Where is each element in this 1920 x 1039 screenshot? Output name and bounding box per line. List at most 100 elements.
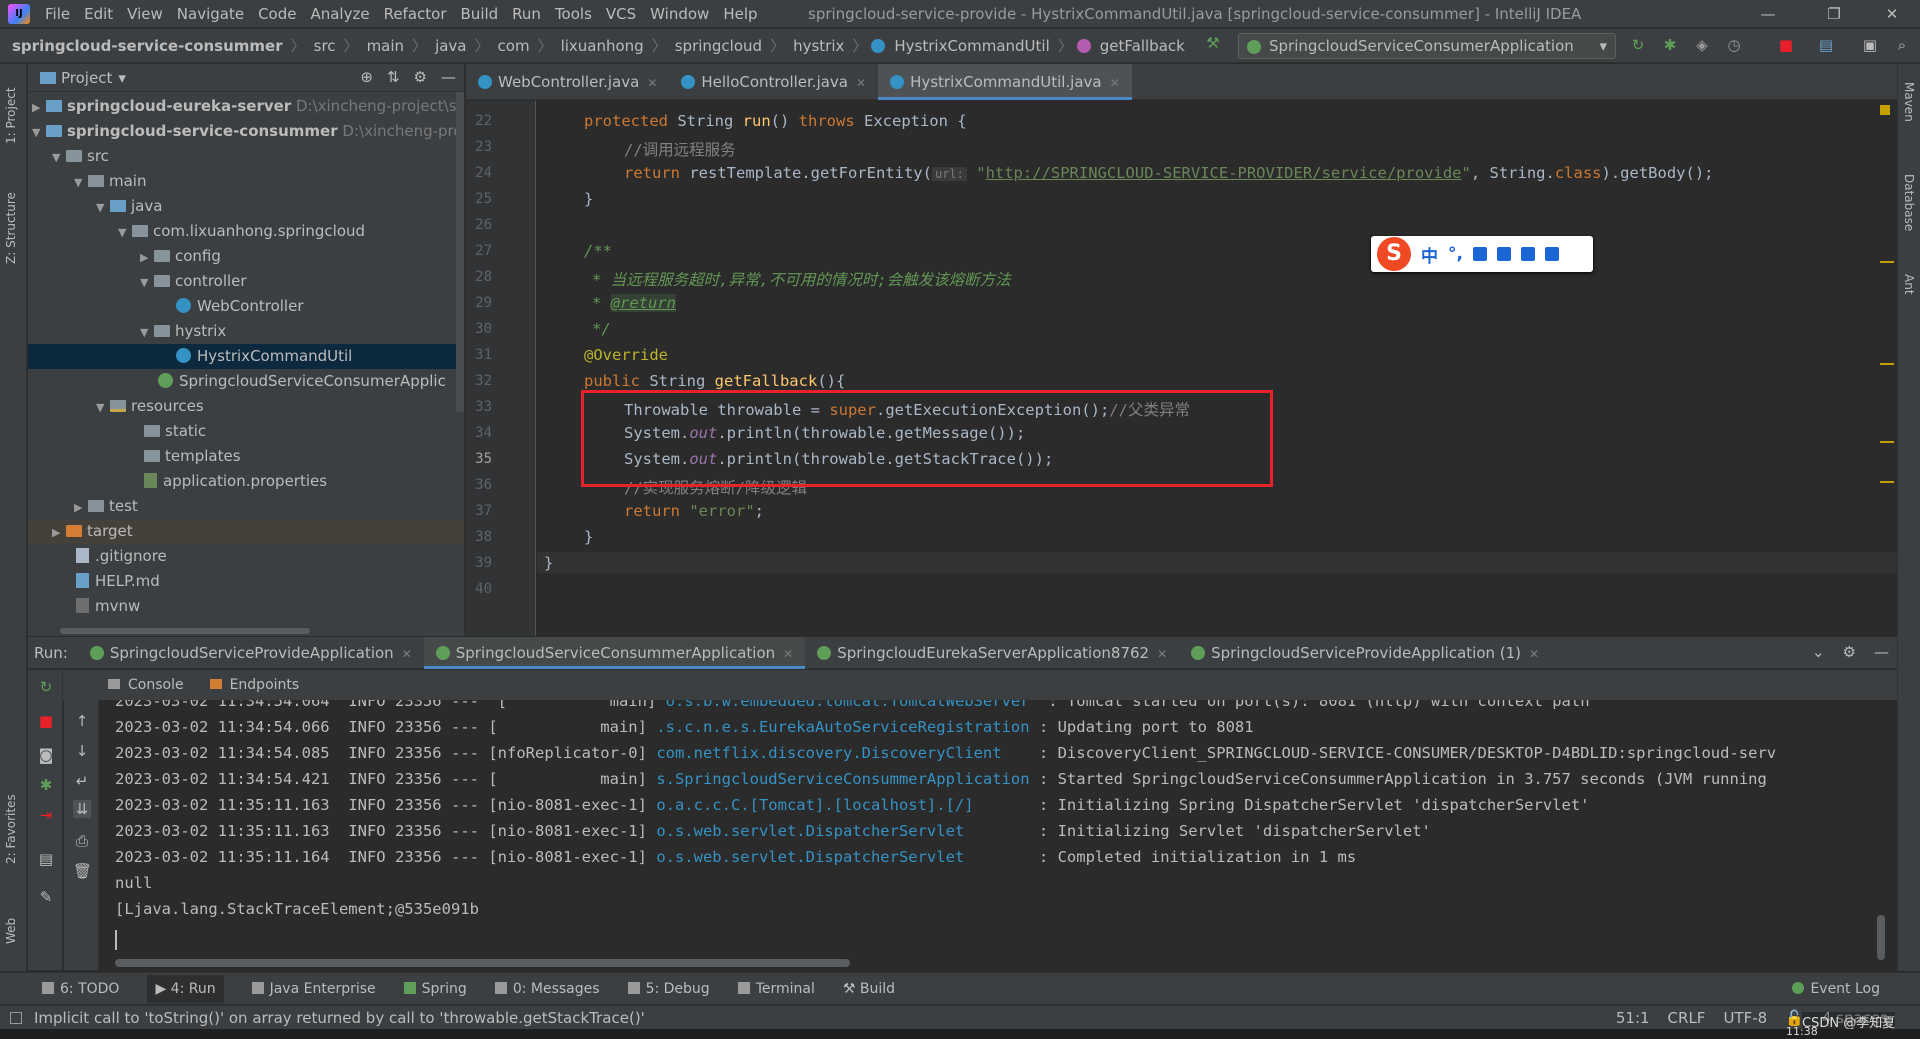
collapse-arrow-icon[interactable]: ▼ — [118, 220, 132, 245]
subtab-endpoints[interactable]: Endpoints — [209, 677, 299, 693]
tab-webcontroller[interactable]: WebController.java ✕ — [466, 64, 669, 100]
rerun-icon[interactable]: ↻ — [1628, 35, 1648, 55]
breadcrumb-hystrix[interactable]: hystrix — [789, 37, 848, 55]
tree-item[interactable]: ▶ target — [28, 519, 464, 544]
tool-terminal[interactable]: Terminal — [737, 981, 815, 997]
hide-icon[interactable]: — — [441, 68, 456, 86]
close-icon[interactable]: ✕ — [402, 647, 412, 661]
pin-icon[interactable]: ✎ — [37, 888, 55, 906]
tree-item[interactable]: templates — [28, 444, 464, 469]
tree-item[interactable]: ▼ hystrix — [28, 319, 464, 345]
menu-code[interactable]: Code — [251, 0, 303, 28]
line-separator[interactable]: CRLF — [1668, 1006, 1706, 1030]
tree-item[interactable]: ▼ com.lixuanhong.springcloud — [28, 219, 464, 245]
trash-icon[interactable]: 🗑 — [73, 862, 92, 880]
tool-tab-project[interactable]: 1: Project — [4, 87, 18, 144]
tree-item[interactable]: ▶ config — [28, 244, 464, 269]
run-tab-consummer[interactable]: SpringcloudServiceConsummerApplication ✕ — [423, 636, 806, 669]
keyboard-icon[interactable] — [1496, 247, 1511, 261]
console-vertical-scrollbar[interactable] — [1877, 915, 1885, 960]
layout-icon[interactable]: ▤ — [37, 850, 55, 868]
chevron-down-icon[interactable]: ▾ — [118, 69, 126, 87]
tab-hellocontroller[interactable]: HelloController.java ✕ — [669, 64, 878, 100]
error-stripe-marker[interactable] — [1880, 481, 1894, 483]
tool-tab-maven[interactable]: Maven — [1902, 82, 1916, 122]
close-icon[interactable]: ✕ — [1529, 647, 1539, 661]
layout-icon[interactable]: ▣ — [1860, 35, 1880, 55]
menu-window[interactable]: Window — [643, 0, 716, 28]
file-encoding[interactable]: UTF-8 — [1723, 1006, 1767, 1030]
collapse-arrow-icon[interactable]: ▼ — [140, 320, 154, 345]
input-method-toolbar[interactable]: S 中 °, — [1371, 236, 1593, 272]
collapse-icon[interactable]: ⇅ — [387, 68, 400, 86]
tool-tab-web[interactable]: Web — [4, 918, 18, 944]
menu-view[interactable]: View — [120, 0, 170, 28]
breadcrumb-method[interactable]: getFallback — [1096, 37, 1189, 55]
exit-icon[interactable]: ⇥ — [37, 806, 55, 824]
hide-icon[interactable]: — — [1874, 643, 1889, 661]
profile-icon[interactable]: ◷ — [1724, 35, 1744, 55]
collapse-arrow-icon[interactable]: ▼ — [32, 120, 46, 145]
tool-messages[interactable]: 0: Messages — [494, 981, 600, 997]
gear-icon[interactable]: ⚙ — [1843, 643, 1856, 661]
error-stripe-marker[interactable] — [1880, 261, 1894, 263]
stop-icon[interactable]: ■ — [37, 712, 55, 730]
expand-icon[interactable]: ▶ — [74, 495, 88, 520]
tree-item[interactable]: HELP.md — [28, 569, 464, 594]
tool-todo[interactable]: 6: TODO — [42, 981, 119, 997]
breadcrumb-lixuanhong[interactable]: lixuanhong — [557, 37, 648, 55]
tool-run[interactable]: ▶ 4: Run — [147, 974, 224, 1003]
arrow-up-icon[interactable]: ↑ — [73, 712, 91, 730]
run-configuration-select[interactable]: SpringcloudServiceConsumerApplication ▾ — [1238, 33, 1616, 59]
debug-icon[interactable]: ✱ — [37, 776, 55, 794]
chevron-down-icon[interactable]: ⌄ — [1812, 643, 1825, 661]
tree-item[interactable]: WebController — [28, 294, 464, 319]
close-button[interactable]: ✕ — [1864, 0, 1920, 28]
project-horizontal-scrollbar[interactable] — [60, 628, 310, 634]
tool-spring[interactable]: Spring — [403, 981, 467, 997]
tool-java-enterprise[interactable]: Java Enterprise — [251, 981, 376, 997]
restore-button[interactable]: ❐ — [1806, 0, 1862, 28]
menu-run[interactable]: Run — [505, 0, 548, 28]
run-tab-eureka[interactable]: SpringcloudEurekaServerApplication8762 ✕ — [805, 637, 1179, 669]
menu-navigate[interactable]: Navigate — [170, 0, 251, 28]
close-icon[interactable]: ✕ — [856, 76, 866, 90]
tree-item[interactable]: ▼ java — [28, 194, 464, 220]
tool-tab-ant[interactable]: Ant — [1902, 274, 1916, 295]
tree-item[interactable]: mvnw — [28, 594, 464, 619]
collapse-arrow-icon[interactable]: ▼ — [52, 145, 66, 170]
tree-item[interactable]: ▶ test — [28, 494, 464, 520]
project-panel-title[interactable]: Project — [61, 69, 112, 87]
status-toggle-icon[interactable] — [10, 1012, 22, 1024]
print-icon[interactable]: ⎙ — [73, 832, 91, 850]
close-icon[interactable]: ✕ — [1157, 647, 1167, 661]
soft-wrap-icon[interactable]: ↵ — [73, 772, 91, 790]
scroll-to-end-icon[interactable]: ⇊ — [73, 800, 91, 818]
tool-build[interactable]: ⚒ Build — [843, 981, 895, 997]
breadcrumb-src[interactable]: src — [310, 37, 340, 55]
menu-help[interactable]: Help — [716, 0, 764, 28]
ime-language-toggle[interactable]: 中 — [1421, 242, 1438, 267]
breadcrumb-main[interactable]: main — [363, 37, 408, 55]
tree-item[interactable]: ▼ resources — [28, 394, 464, 419]
coverage-icon[interactable]: ◈ — [1692, 35, 1712, 55]
gear-icon[interactable]: ⚙ — [414, 68, 427, 86]
menu-file[interactable]: File — [38, 0, 77, 28]
project-structure-icon[interactable]: ▤ — [1816, 35, 1836, 55]
menu-edit[interactable]: Edit — [77, 0, 120, 28]
console-horizontal-scrollbar[interactable] — [115, 959, 850, 967]
menu-vcs[interactable]: VCS — [599, 0, 643, 28]
tree-item[interactable]: ▼ src — [28, 144, 464, 170]
tree-item[interactable]: static — [28, 419, 464, 444]
search-icon[interactable]: ⌕ — [1892, 35, 1912, 55]
punctuation-icon[interactable]: °, — [1448, 244, 1463, 264]
close-icon[interactable]: ✕ — [783, 647, 793, 661]
collapse-arrow-icon[interactable]: ▼ — [74, 170, 88, 195]
tree-item[interactable]: ▼ springcloud-service-consummer D:\xinche… — [28, 119, 464, 145]
menu-refactor[interactable]: Refactor — [377, 0, 454, 28]
menu-tools[interactable]: Tools — [548, 0, 599, 28]
code-editor[interactable]: 22 23 24 25 26 27 28 29 30 31 32 33 34 3… — [466, 101, 1897, 636]
stop-icon[interactable]: ■ — [1776, 35, 1796, 55]
collapse-arrow-icon[interactable]: ▼ — [96, 195, 110, 220]
collapse-arrow-icon[interactable]: ▼ — [140, 270, 154, 295]
